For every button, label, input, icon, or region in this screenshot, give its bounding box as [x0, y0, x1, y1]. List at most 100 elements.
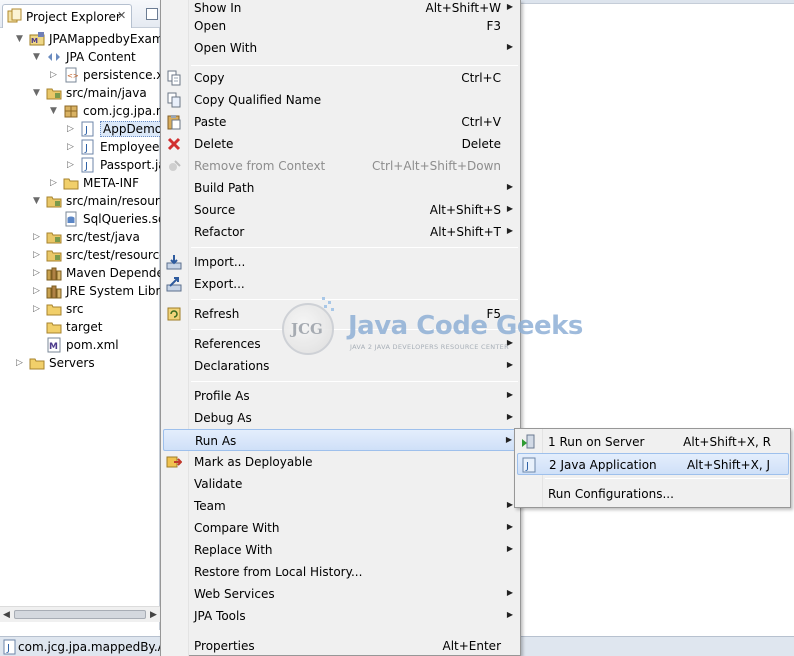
- tree-item[interactable]: ▼ src/main/resources: [0, 192, 160, 210]
- maven-pom-icon: M: [47, 337, 61, 353]
- expand-arrow-icon[interactable]: [33, 339, 43, 351]
- menu-item-label: Restore from Local History...: [194, 565, 363, 579]
- scroll-right-icon[interactable]: ▶: [150, 610, 157, 620]
- logo-dot: [328, 301, 331, 304]
- menu-item-shortcut: Alt+Enter: [442, 639, 501, 653]
- menu-item-paste[interactable]: Paste Ctrl+V: [163, 111, 518, 133]
- tree-item[interactable]: ▷ Servers: [0, 354, 160, 372]
- view-tab-bar: Project Explorer ✕: [0, 0, 160, 28]
- menu-item-shortcut: Alt+Shift+T: [430, 225, 501, 239]
- tree-item[interactable]: ▷ J Passport.java: [0, 156, 160, 174]
- tree-item-label: META-INF: [83, 176, 140, 190]
- expand-arrow-icon[interactable]: [50, 213, 60, 225]
- library-icon: [46, 285, 62, 299]
- expand-arrow-icon[interactable]: ▷: [33, 249, 43, 261]
- source-folder-icon: [46, 250, 62, 262]
- tree-item[interactable]: ▷ src: [0, 300, 160, 318]
- menu-item-properties[interactable]: Properties Alt+Enter: [163, 635, 518, 656]
- scroll-left-icon[interactable]: ◀: [3, 610, 10, 620]
- menu-item-source[interactable]: Source Alt+Shift+S ▶: [163, 199, 518, 221]
- menu-item-run-as[interactable]: Run As ▶: [163, 429, 518, 451]
- collapse-arrow-icon[interactable]: ▼: [33, 87, 43, 99]
- menu-item-restore-from-local-history[interactable]: Restore from Local History...: [163, 561, 518, 583]
- svg-text:J: J: [84, 161, 88, 172]
- paste-icon: [167, 115, 181, 130]
- tree-item[interactable]: ▷ J Employee.java: [0, 138, 160, 156]
- tree-item[interactable]: ▷ META-INF: [0, 174, 160, 192]
- menu-item-open-with[interactable]: Open With ▶: [163, 37, 518, 59]
- menu-item-label: Open: [194, 19, 227, 33]
- expand-arrow-icon[interactable]: ▷: [50, 69, 60, 81]
- menu-item-label: JPA Tools: [194, 609, 246, 623]
- menu-item-build-path[interactable]: Build Path ▶: [163, 177, 518, 199]
- submenu-item-run-configurations[interactable]: Run Configurations...: [517, 483, 789, 505]
- menu-item-label: Build Path: [194, 181, 255, 195]
- menu-item-copy[interactable]: Copy Ctrl+C: [163, 67, 518, 89]
- menu-item-profile-as[interactable]: Profile As ▶: [163, 385, 518, 407]
- tree-item[interactable]: target: [0, 318, 160, 336]
- menu-item-label: Source: [194, 203, 236, 217]
- expand-arrow-icon[interactable]: ▷: [33, 231, 43, 243]
- horizontal-scrollbar[interactable]: ◀ ▶: [0, 606, 160, 622]
- menu-item-compare-with[interactable]: Compare With ▶: [163, 517, 518, 539]
- menu-separator: [191, 247, 518, 248]
- tree-item[interactable]: ▷ <> persistence.xml: [0, 66, 160, 84]
- collapse-arrow-icon[interactable]: ▼: [33, 195, 43, 207]
- tree-item[interactable]: ▷ J AppDemo.java: [0, 120, 160, 138]
- menu-separator: [191, 65, 518, 66]
- folder-icon: [29, 358, 45, 370]
- java-file-icon: J: [81, 121, 94, 137]
- tree-item[interactable]: ▷ src/test/resources: [0, 246, 160, 264]
- menu-item-team[interactable]: Team ▶: [163, 495, 518, 517]
- menu-item-export[interactable]: Export...: [163, 273, 518, 295]
- tree-item-label: persistence.xml: [83, 68, 160, 82]
- close-icon[interactable]: ✕: [117, 9, 126, 22]
- expand-arrow-icon[interactable]: ▷: [33, 285, 43, 297]
- submenu-item-2-java-application[interactable]: J 2 Java Application Alt+Shift+X, J: [517, 453, 789, 475]
- copy-icon: [167, 70, 181, 86]
- tree-item[interactable]: ▷ Maven Dependencies: [0, 264, 160, 282]
- tree-item[interactable]: ▼ M JPAMappedbyExample: [0, 30, 160, 48]
- menu-item-debug-as[interactable]: Debug As ▶: [163, 407, 518, 429]
- menu-item-jpa-tools[interactable]: JPA Tools ▶: [163, 605, 518, 627]
- tree-item[interactable]: ▷ JRE System Library: [0, 282, 160, 300]
- menu-item-label: Profile As: [194, 389, 250, 403]
- tree-item[interactable]: ▷ src/test/java: [0, 228, 160, 246]
- expand-arrow-icon[interactable]: [33, 321, 43, 333]
- expand-arrow-icon[interactable]: ▷: [33, 267, 43, 279]
- menu-item-validate[interactable]: Validate: [163, 473, 518, 495]
- menu-item-import[interactable]: Import...: [163, 251, 518, 273]
- tree-item[interactable]: Mpom.xml: [0, 336, 160, 354]
- menu-item-replace-with[interactable]: Replace With ▶: [163, 539, 518, 561]
- svg-text:M: M: [31, 37, 38, 45]
- menu-item-web-services[interactable]: Web Services ▶: [163, 583, 518, 605]
- tree-item[interactable]: ▼ com.jcg.jpa.mappedBy: [0, 102, 160, 120]
- scroll-thumb[interactable]: [14, 610, 146, 619]
- menu-item-refactor[interactable]: Refactor Alt+Shift+T ▶: [163, 221, 518, 243]
- logo-dot: [322, 297, 325, 300]
- menu-item-open[interactable]: Open F3: [163, 15, 518, 37]
- menu-item-label: Validate: [194, 477, 243, 491]
- minimize-icon[interactable]: [146, 8, 158, 20]
- expand-arrow-icon[interactable]: ▷: [16, 357, 26, 369]
- menu-item-delete[interactable]: Delete Delete: [163, 133, 518, 155]
- collapse-arrow-icon[interactable]: ▼: [16, 33, 26, 45]
- menu-item-shortcut: Alt+Shift+X, R: [683, 435, 771, 449]
- menu-item-mark-as-deployable[interactable]: Mark as Deployable: [163, 451, 518, 473]
- tree-item[interactable]: ▼ JPA Content: [0, 48, 160, 66]
- expand-arrow-icon[interactable]: ▷: [33, 303, 43, 315]
- menu-item-shortcut: Alt+Shift+W: [425, 1, 502, 15]
- expand-arrow-icon[interactable]: ▷: [67, 141, 77, 153]
- project-explorer-tab[interactable]: Project Explorer ✕: [2, 4, 132, 28]
- menu-item-copy-qualified-name[interactable]: Copy Qualified Name: [163, 89, 518, 111]
- expand-arrow-icon[interactable]: ▷: [50, 177, 60, 189]
- tree-item[interactable]: ▼ src/main/java: [0, 84, 160, 102]
- submenu-item-1-run-on-server[interactable]: 1 Run on Server Alt+Shift+X, R: [517, 431, 789, 453]
- menu-item-remove-from-context[interactable]: Remove from Context Ctrl+Alt+Shift+Down: [163, 155, 518, 177]
- expand-arrow-icon[interactable]: ▷: [67, 123, 77, 135]
- tree-item-label: src/test/resources: [66, 248, 160, 262]
- expand-arrow-icon[interactable]: ▷: [67, 159, 77, 171]
- tree-item[interactable]: SqlQueries.sql: [0, 210, 160, 228]
- collapse-arrow-icon[interactable]: ▼: [33, 51, 43, 63]
- collapse-arrow-icon[interactable]: ▼: [50, 105, 60, 117]
